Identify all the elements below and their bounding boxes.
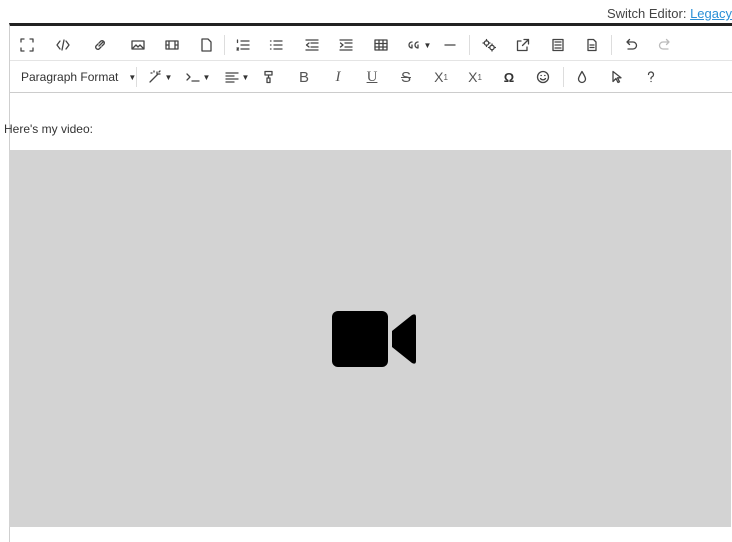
- bold-button[interactable]: B: [294, 61, 314, 93]
- cursor-icon: [612, 70, 622, 84]
- unordered-list-icon: [269, 40, 283, 50]
- italic-button[interactable]: I: [328, 61, 348, 93]
- align-left-icon: [224, 72, 239, 83]
- toolbar-separator: [611, 35, 612, 55]
- outdent-button[interactable]: [302, 29, 322, 61]
- toolbar-separator: [469, 35, 470, 55]
- underline-button[interactable]: U: [362, 61, 382, 93]
- switch-editor-bar: Switch Editor: Legacy: [0, 0, 732, 24]
- chevron-down-icon: ▼: [164, 72, 173, 82]
- open-external-icon: [516, 38, 530, 52]
- unordered-list-button[interactable]: [266, 29, 286, 61]
- align-dropdown[interactable]: ▼: [220, 61, 254, 93]
- indent-icon: [339, 39, 353, 51]
- horizontal-line-icon: [444, 44, 456, 46]
- code-view-button[interactable]: [53, 29, 73, 61]
- select-all-button[interactable]: [607, 61, 627, 93]
- undo-button[interactable]: [621, 29, 641, 61]
- chevron-down-icon: ▼: [202, 72, 211, 82]
- switch-editor-label: Switch Editor:: [606, 6, 691, 21]
- insert-file-icon: [201, 38, 212, 52]
- chevron-down-icon: ▼: [241, 72, 250, 82]
- content-paragraph[interactable]: Here's my video:: [4, 122, 93, 136]
- paragraph-format-label: Paragraph Format: [21, 70, 119, 84]
- terminal-icon: [185, 73, 200, 82]
- help-icon: [647, 71, 655, 83]
- toolbar-separator: [136, 67, 137, 87]
- droplet-icon: [577, 70, 587, 84]
- insert-table-icon: [374, 39, 388, 51]
- superscript-mark: 1: [477, 72, 482, 82]
- smiley-icon: [536, 70, 550, 84]
- redo-button[interactable]: [655, 29, 675, 61]
- ordered-list-button[interactable]: [233, 29, 253, 61]
- quote-icon: [407, 41, 419, 49]
- quote-dropdown[interactable]: ▼: [403, 29, 435, 61]
- document-button[interactable]: [582, 29, 602, 61]
- open-external-button[interactable]: [513, 29, 533, 61]
- insert-video-button[interactable]: [162, 29, 182, 61]
- toolbar-separator: [224, 35, 225, 55]
- special-characters-button[interactable]: Ω: [499, 61, 519, 93]
- undo-icon: [626, 38, 638, 50]
- help-button[interactable]: [641, 61, 661, 93]
- toolbar-separator: [563, 67, 564, 87]
- subscript-mark: 1: [443, 72, 448, 82]
- format-painter-button[interactable]: [259, 61, 279, 93]
- magic-wand-icon: [148, 70, 161, 83]
- paint-brush-icon: [264, 70, 273, 84]
- template-icon: [552, 38, 564, 52]
- indent-button[interactable]: [336, 29, 356, 61]
- insert-image-icon: [131, 40, 145, 50]
- subscript-button[interactable]: X1: [430, 61, 452, 93]
- toolbar-formatting: Paragraph Format ▼ ▼ ▼ ▼ B I U S X1 X1 Ω: [10, 61, 732, 93]
- toolbar-primary: ▼: [10, 29, 732, 61]
- redo-icon: [658, 38, 670, 50]
- horizontal-line-button[interactable]: [440, 29, 460, 61]
- switch-editor-text: Switch Editor: Legacy: [607, 6, 732, 21]
- video-camera-icon: [332, 311, 416, 367]
- switch-editor-legacy-link[interactable]: Legacy: [690, 6, 732, 21]
- video-embed-placeholder[interactable]: [9, 150, 731, 527]
- insert-video-icon: [165, 40, 179, 50]
- fullscreen-button[interactable]: [18, 29, 36, 61]
- insert-image-button[interactable]: [128, 29, 148, 61]
- subscript-base: X: [434, 69, 444, 85]
- paragraph-format-dropdown[interactable]: Paragraph Format ▼: [10, 61, 136, 93]
- superscript-button[interactable]: X1: [464, 61, 486, 93]
- ordered-list-icon: [236, 39, 250, 51]
- template-button[interactable]: [548, 29, 568, 61]
- code-view-icon: [56, 39, 70, 51]
- insert-link-button[interactable]: [90, 29, 110, 61]
- code-snippet-dropdown[interactable]: ▼: [181, 61, 215, 93]
- clear-formatting-dropdown[interactable]: ▼: [143, 61, 177, 93]
- chevron-down-icon: ▼: [423, 40, 432, 50]
- outdent-icon: [305, 39, 319, 51]
- text-color-button[interactable]: [572, 61, 592, 93]
- insert-table-button[interactable]: [371, 29, 391, 61]
- emoticons-button[interactable]: [533, 61, 553, 93]
- insert-file-button[interactable]: [196, 29, 216, 61]
- superscript-base: X: [468, 69, 478, 85]
- strikethrough-button[interactable]: S: [396, 61, 416, 93]
- document-icon: [587, 38, 597, 52]
- fullscreen-icon: [20, 38, 34, 52]
- settings-button[interactable]: [479, 29, 499, 61]
- insert-link-icon: [95, 40, 105, 50]
- settings-icon: [482, 38, 496, 52]
